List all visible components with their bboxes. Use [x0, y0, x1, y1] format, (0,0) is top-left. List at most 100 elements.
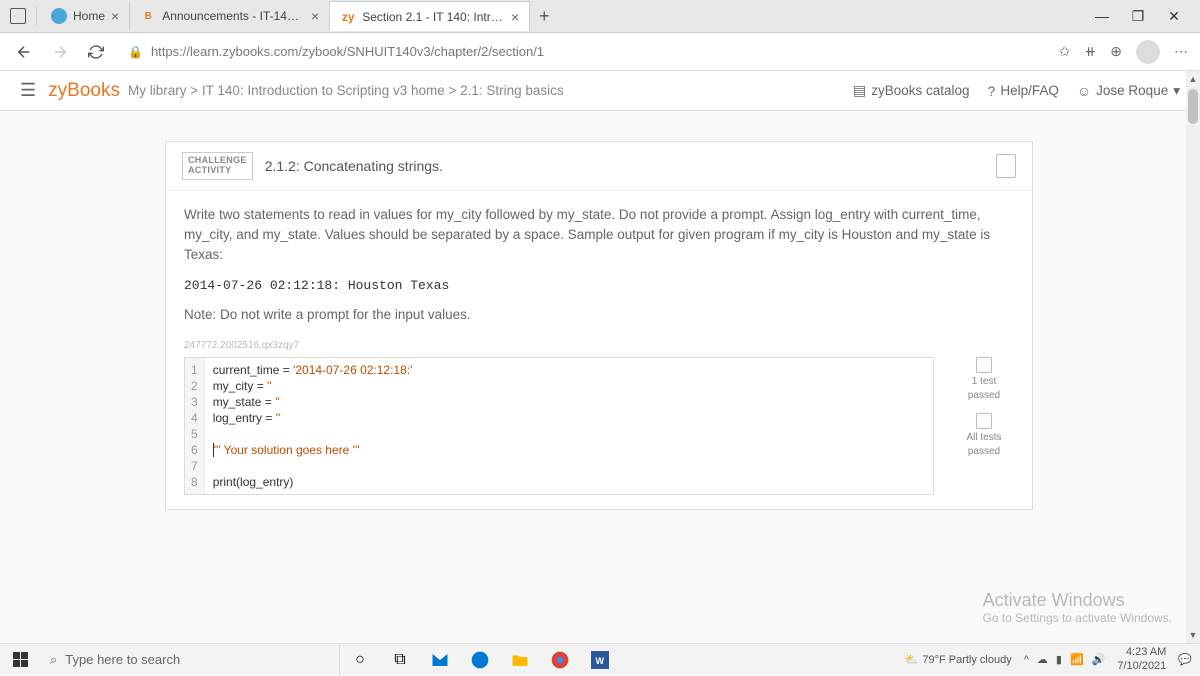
taskbar: ⌕ Type here to search ○ ⧉ W ⛅ 79°F Partl…	[0, 643, 1200, 675]
address-bar[interactable]: 🔒 https://learn.zybooks.com/zybook/SNHUI…	[120, 44, 1047, 59]
weather-icon: ⛅	[905, 653, 919, 666]
menu-icon[interactable]: ☰	[20, 80, 36, 101]
start-button[interactable]	[0, 644, 40, 676]
note: Note: Do not write a prompt for the inpu…	[184, 307, 1014, 322]
system-tray: ⛅ 79°F Partly cloudy ^ ☁ ▮ 📶 🔊 4:23 AM 7…	[905, 646, 1200, 672]
code	[213, 458, 925, 474]
new-tab-button[interactable]: +	[530, 2, 558, 30]
code-string: ''	[275, 395, 280, 409]
badge-line2: ACTIVITY	[188, 166, 247, 176]
search-icon: ⌕	[50, 652, 57, 668]
minimize-button[interactable]: —	[1088, 2, 1116, 30]
tab-announcements[interactable]: B Announcements - IT-140-J6182 ×	[130, 1, 330, 31]
header-right: ▤ zyBooks catalog ? Help/FAQ ☺ Jose Roqu…	[853, 82, 1180, 99]
scrollbar[interactable]: ▲ ▼	[1186, 71, 1200, 643]
close-icon[interactable]: ×	[311, 8, 319, 24]
time: 4:23 AM	[1117, 646, 1166, 659]
divider	[36, 7, 37, 25]
breadcrumb[interactable]: My library > IT 140: Introduction to Scr…	[128, 83, 564, 98]
code: my_state =	[213, 395, 275, 409]
test-status-all: All tests passed	[954, 413, 1014, 457]
test-label: passed	[968, 446, 1000, 457]
checkbox-icon	[976, 413, 992, 429]
forward-button[interactable]	[48, 40, 72, 64]
help-label: Help/FAQ	[1000, 83, 1059, 98]
tab-overview-icon[interactable]	[10, 8, 26, 24]
activity-header: CHALLENGE ACTIVITY 2.1.2: Concatenating …	[166, 142, 1032, 191]
window-controls: — ❐ ✕	[1080, 2, 1196, 30]
test-panel: 1 test passed All tests passed	[954, 357, 1014, 495]
notifications-icon[interactable]: 💬	[1178, 653, 1192, 666]
clock[interactable]: 4:23 AM 7/10/2021	[1117, 646, 1166, 672]
help-icon: ?	[988, 83, 996, 99]
edge-icon[interactable]	[460, 644, 500, 676]
task-view-icon[interactable]: ⧉	[380, 644, 420, 676]
tray-icons: ^ ☁ ▮ 📶 🔊	[1024, 653, 1106, 666]
challenge-activity-card: CHALLENGE ACTIVITY 2.1.2: Concatenating …	[165, 141, 1033, 510]
user-menu[interactable]: ☺ Jose Roque ▾	[1077, 83, 1180, 99]
catalog-label: zyBooks catalog	[871, 83, 969, 98]
challenge-badge: CHALLENGE ACTIVITY	[182, 152, 253, 180]
cortana-icon[interactable]: ○	[340, 644, 380, 676]
checkbox-icon	[976, 357, 992, 373]
scrollbar-thumb[interactable]	[1188, 89, 1198, 124]
collections-icon[interactable]: ⧺	[1085, 43, 1097, 60]
code-lines[interactable]: current_time = '2014-07-26 02:12:18:' my…	[205, 358, 933, 494]
chevron-up-icon[interactable]: ^	[1024, 654, 1029, 666]
user-name: Jose Roque	[1096, 83, 1168, 98]
word-icon[interactable]: W	[580, 644, 620, 676]
code-string: '2014-07-26 02:12:18:'	[293, 363, 412, 377]
code-editor[interactable]: 12345678 current_time = '2014-07-26 02:1…	[184, 357, 934, 495]
back-button[interactable]	[12, 40, 36, 64]
zybooks-logo[interactable]: zyBooks	[48, 80, 120, 102]
code	[213, 426, 925, 442]
wifi-icon[interactable]: 📶	[1070, 653, 1084, 666]
test-status-1: 1 test passed	[954, 357, 1014, 401]
code: log_entry =	[213, 411, 276, 425]
close-icon[interactable]: ×	[111, 8, 119, 24]
tab-title: Section 2.1 - IT 140: Introduction	[362, 10, 505, 24]
code: current_time =	[213, 363, 293, 377]
chrome-icon[interactable]	[540, 644, 580, 676]
extensions-icon[interactable]: ⊕	[1110, 43, 1122, 60]
restore-button[interactable]: ❐	[1124, 2, 1152, 30]
more-icon[interactable]: ⋯	[1174, 43, 1188, 60]
volume-icon[interactable]: 🔊	[1092, 653, 1106, 666]
nav-right: ✩ ⧺ ⊕ ⋯	[1059, 40, 1188, 64]
code-area: 12345678 current_time = '2014-07-26 02:1…	[184, 357, 1014, 495]
code: my_city =	[213, 379, 267, 393]
user-icon: ☺	[1077, 83, 1091, 99]
browser-nav-bar: 🔒 https://learn.zybooks.com/zybook/SNHUI…	[0, 33, 1200, 71]
close-window-button[interactable]: ✕	[1160, 2, 1188, 30]
code-string: ''	[267, 379, 272, 393]
weather-widget[interactable]: ⛅ 79°F Partly cloudy	[905, 653, 1012, 666]
taskbar-search[interactable]: ⌕ Type here to search	[40, 644, 340, 676]
favicon-zybooks: zy	[340, 9, 356, 25]
tab-zybooks[interactable]: zy Section 2.1 - IT 140: Introduction ×	[330, 1, 530, 31]
mail-icon[interactable]	[420, 644, 460, 676]
browser-tab-strip: Home × B Announcements - IT-140-J6182 × …	[0, 0, 1200, 33]
explorer-icon[interactable]	[500, 644, 540, 676]
refresh-button[interactable]	[84, 40, 108, 64]
bookmark-icon[interactable]	[996, 154, 1016, 178]
catalog-link[interactable]: ▤ zyBooks catalog	[853, 82, 970, 99]
favorite-icon[interactable]: ✩	[1059, 43, 1071, 60]
code-comment: ''' Your solution goes here '''	[214, 443, 360, 457]
catalog-icon: ▤	[853, 82, 866, 99]
close-icon[interactable]: ×	[511, 9, 519, 25]
tab-home[interactable]: Home ×	[41, 1, 130, 31]
watermark-subtitle: Go to Settings to activate Windows.	[983, 611, 1172, 625]
onedrive-icon[interactable]: ☁	[1037, 653, 1048, 666]
profile-avatar[interactable]	[1136, 40, 1160, 64]
watermark-title: Activate Windows	[983, 590, 1172, 611]
tab-title: Announcements - IT-140-J6182	[162, 9, 305, 23]
help-link[interactable]: ? Help/FAQ	[988, 83, 1059, 99]
scroll-up-icon[interactable]: ▲	[1186, 71, 1200, 87]
battery-icon[interactable]: ▮	[1056, 653, 1062, 666]
task-icons: ○ ⧉ W	[340, 644, 620, 675]
scroll-down-icon[interactable]: ▼	[1186, 627, 1200, 643]
date: 7/10/2021	[1117, 660, 1166, 673]
tab-title: Home	[73, 9, 105, 23]
favicon-brightspace: B	[140, 8, 156, 24]
code-string: ''	[276, 411, 281, 425]
